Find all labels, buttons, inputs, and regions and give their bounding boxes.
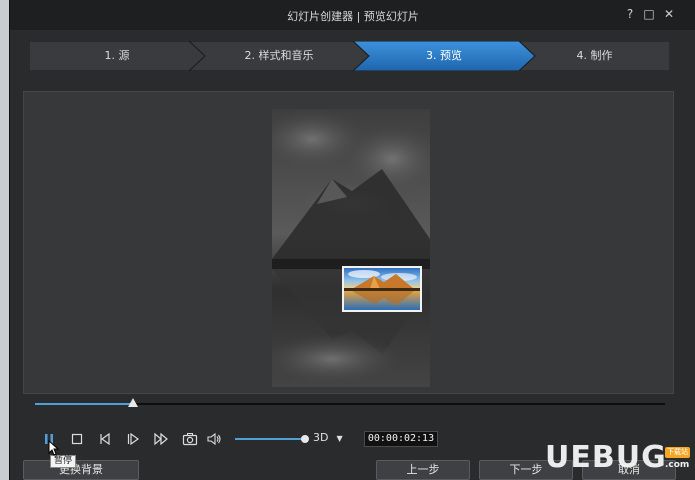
watermark-badge: 下载站 xyxy=(665,447,690,458)
volume-slider-knob[interactable] xyxy=(301,435,309,443)
volume-slider[interactable] xyxy=(235,435,309,443)
camera-icon xyxy=(182,433,198,446)
title-bar: 幻灯片创建器 | 预览幻灯片 ? □ ✕ xyxy=(10,0,695,30)
watermark-url: .com xyxy=(665,460,690,470)
change-background-button[interactable]: 更换背景 xyxy=(23,460,139,480)
snapshot-button[interactable] xyxy=(182,431,198,447)
step-source-label: 1. 源 xyxy=(104,49,130,62)
step-style-music-label: 2. 样式和音乐 xyxy=(244,49,314,62)
volume-button[interactable] xyxy=(206,431,222,447)
step-produce[interactable]: 4. 制作 xyxy=(519,41,670,71)
display-mode-dropdown[interactable]: 3D ▼ xyxy=(313,431,343,444)
next-frame-icon xyxy=(154,432,168,446)
lake-mountain-photo xyxy=(344,268,420,310)
wizard-steps: 1. 源 2. 样式和音乐 3. 预览 4. 制作 xyxy=(29,41,670,71)
step-preview[interactable]: 3. 预览 xyxy=(353,41,535,71)
window-title: 幻灯片创建器 | 预览幻灯片 xyxy=(287,10,419,23)
previous-frame-button[interactable] xyxy=(97,431,113,447)
play-icon xyxy=(127,432,140,446)
maximize-button[interactable]: □ xyxy=(642,7,656,21)
play-button[interactable] xyxy=(125,431,141,447)
step-style-music[interactable]: 2. 样式和音乐 xyxy=(189,41,369,71)
stop-button[interactable] xyxy=(69,431,85,447)
previous-step-button[interactable]: 上一步 xyxy=(376,460,470,480)
stop-icon xyxy=(71,433,83,445)
help-button[interactable]: ? xyxy=(623,7,637,21)
chevron-down-icon: ▼ xyxy=(336,434,343,443)
site-watermark: UEBUG 下载站 .com xyxy=(545,440,695,480)
slideshow-creator-window: 幻灯片创建器 | 预览幻灯片 ? □ ✕ 1. 源 2. 样式和音乐 3. 预览… xyxy=(9,0,695,480)
pause-tooltip: 暂停 xyxy=(50,455,77,468)
mouse-cursor-icon xyxy=(48,440,60,456)
seek-bar[interactable] xyxy=(35,398,665,407)
timecode-display: 00:00:02:13 xyxy=(364,431,438,447)
next-frame-button[interactable] xyxy=(153,431,169,447)
video-preview xyxy=(272,109,430,387)
seek-bar-thumb[interactable] xyxy=(127,398,138,407)
volume-icon xyxy=(207,432,221,446)
slide-photo xyxy=(342,266,422,312)
watermark-logo: UEBUG xyxy=(545,440,667,475)
step-preview-label: 3. 预览 xyxy=(426,49,462,62)
previous-frame-icon xyxy=(100,432,110,446)
close-button[interactable]: ✕ xyxy=(662,7,676,21)
preview-area xyxy=(23,91,674,394)
preview-background-image xyxy=(272,109,430,387)
display-mode-value: 3D xyxy=(313,431,329,444)
volume-slider-level xyxy=(235,438,305,440)
step-produce-label: 4. 制作 xyxy=(576,49,613,62)
step-source[interactable]: 1. 源 xyxy=(29,41,205,71)
seek-bar-progress xyxy=(35,403,133,405)
